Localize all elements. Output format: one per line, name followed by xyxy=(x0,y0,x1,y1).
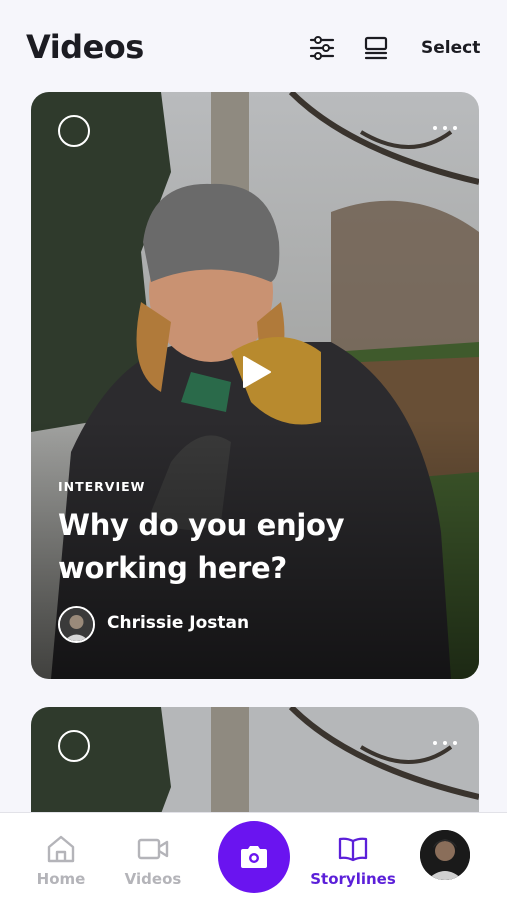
tab-videos[interactable]: Videos xyxy=(108,813,198,900)
author-name: Chrissie Jostan xyxy=(107,613,250,633)
more-horizontal-icon[interactable] xyxy=(433,120,457,136)
video-title: Why do you enjoy working here? xyxy=(58,508,345,585)
tab-label: Home xyxy=(36,870,86,888)
tab-home[interactable]: Home xyxy=(16,813,106,900)
home-icon xyxy=(45,833,77,865)
profile-avatar[interactable] xyxy=(420,830,470,880)
tab-storylines[interactable]: Storylines xyxy=(308,813,398,900)
camera-icon xyxy=(241,846,267,868)
tab-label: Videos xyxy=(124,870,182,888)
tab-label: Storylines xyxy=(310,870,396,888)
header: Videos Select xyxy=(0,0,507,92)
select-checkbox[interactable] xyxy=(58,730,90,762)
sliders-icon[interactable] xyxy=(308,34,336,62)
video-card[interactable]: INTERVIEW Why do you enjoy working here?… xyxy=(31,92,479,679)
bottom-tab-bar: Home Videos Storylines xyxy=(0,812,507,900)
book-open-icon xyxy=(337,833,369,865)
author-avatar xyxy=(58,606,95,643)
more-horizontal-icon[interactable] xyxy=(433,735,457,751)
play-icon[interactable] xyxy=(240,355,272,389)
select-button[interactable]: Select xyxy=(421,38,480,58)
select-checkbox[interactable] xyxy=(58,115,90,147)
view-stacked-icon[interactable] xyxy=(362,34,390,62)
camera-button[interactable] xyxy=(218,821,290,893)
page-title: Videos xyxy=(26,28,144,66)
video-type-label: INTERVIEW xyxy=(58,479,146,494)
video-camera-icon xyxy=(137,833,169,865)
